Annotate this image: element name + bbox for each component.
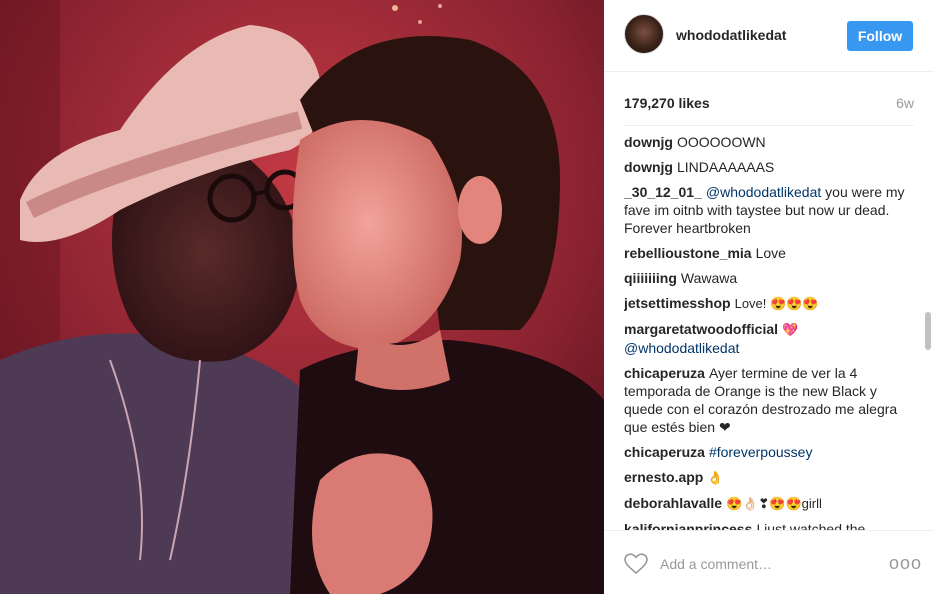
post-sidebar: whododatlikedat Follow 179,270 likes 6w … <box>604 0 934 594</box>
comment-item: jetsettimesshop Love! 😍😍😍 <box>624 294 916 313</box>
comment-username[interactable]: chicaperuza <box>624 444 705 460</box>
post-photo[interactable] <box>0 0 604 594</box>
comments-list[interactable]: downjg OOOOOOWN downjg LINDAAAAAAS _30_12_… <box>624 133 916 531</box>
username-link[interactable]: whododatlikedat <box>676 27 786 43</box>
comment-username[interactable]: _30_12_01_ <box>624 184 702 200</box>
comment-item: ernesto.app 👌 <box>624 468 916 487</box>
comment-text: 😍👌🏻❣😍😍girll <box>726 496 822 511</box>
post-timestamp[interactable]: 6w <box>896 95 914 111</box>
comment-text: LINDAAAAAAS <box>677 159 775 175</box>
comment-text: Love <box>755 245 786 261</box>
comment-username[interactable]: downjg <box>624 134 673 150</box>
comment-username[interactable]: deborahlavalle <box>624 495 722 511</box>
comment-item: rebellioustone_mia Love <box>624 244 916 262</box>
comment-item: downjg OOOOOOWN <box>624 133 916 151</box>
comment-username[interactable]: chicaperuza <box>624 365 705 381</box>
post-header: whododatlikedat Follow <box>604 0 934 72</box>
comment-item: margaretatwoodofficial 💖 @whododatlikedat <box>624 320 916 357</box>
comment-username[interactable]: margaretatwoodofficial <box>624 321 778 337</box>
comment-text: 👌 <box>707 470 724 485</box>
comment-username[interactable]: downjg <box>624 159 673 175</box>
comment-username[interactable]: jetsettimesshop <box>624 295 731 311</box>
comment-item: chicaperuza Ayer termine de ver la 4 temp… <box>624 364 916 436</box>
comment-text: OOOOOOWN <box>677 134 766 150</box>
comment-username[interactable]: qiiiiiiing <box>624 270 677 286</box>
add-comment-bar: ooo <box>604 530 934 594</box>
likes-count[interactable]: 179,270 likes <box>624 95 710 111</box>
comment-text: 💖 <box>782 322 799 337</box>
comment-text: Love! 😍😍😍 <box>734 296 819 311</box>
comment-hashtag[interactable]: #foreverpoussey <box>709 444 813 460</box>
comments-scrollbar[interactable] <box>925 312 931 350</box>
avatar[interactable] <box>624 14 664 54</box>
comment-text: Wawawa <box>680 270 738 286</box>
follow-button[interactable]: Follow <box>847 21 913 51</box>
comment-item: deborahlavalle 😍👌🏻❣😍😍girll <box>624 494 916 513</box>
more-options-icon[interactable]: ooo <box>889 553 921 573</box>
comment-mention[interactable]: @whododatlikedat <box>706 184 821 200</box>
add-comment-input[interactable] <box>660 551 880 577</box>
comment-item: _30_12_01_ @whododatlikedat you were my f… <box>624 183 916 237</box>
comment-mention[interactable]: @whododatlikedat <box>624 340 739 356</box>
divider <box>624 125 914 126</box>
comment-item: qiiiiiiing Wawawa <box>624 269 916 287</box>
likes-row: 179,270 likes 6w <box>624 95 914 113</box>
comment-username[interactable]: ernesto.app <box>624 469 703 485</box>
comment-item: chicaperuza #foreverpoussey <box>624 443 916 461</box>
post-photo-illustration <box>0 0 604 594</box>
comment-item: downjg LINDAAAAAAS <box>624 158 916 176</box>
heart-icon[interactable] <box>624 553 648 575</box>
comment-username[interactable]: rebellioustone_mia <box>624 245 752 261</box>
